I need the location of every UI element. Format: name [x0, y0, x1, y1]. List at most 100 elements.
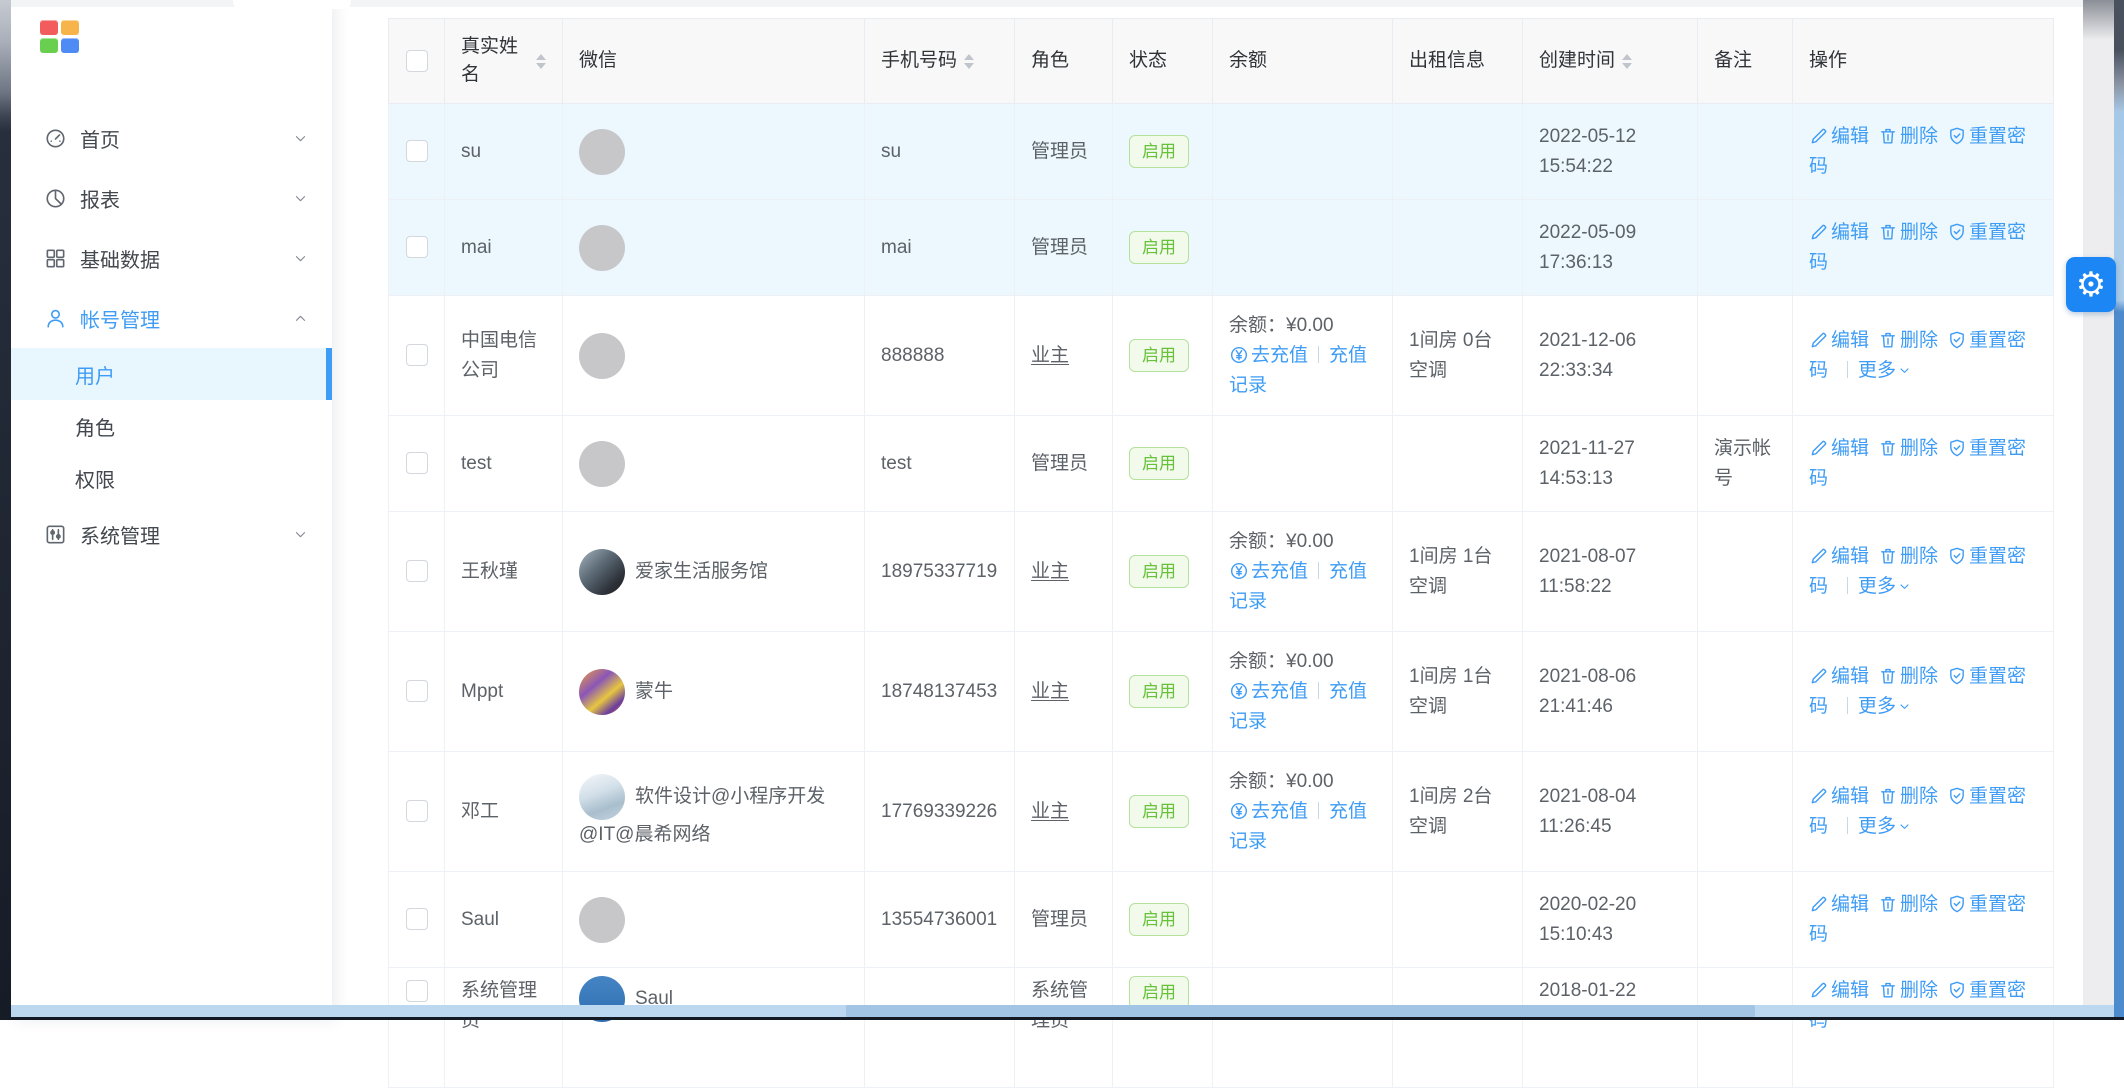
cell-balance — [1213, 968, 1393, 1088]
cell-select — [389, 872, 445, 968]
row-checkbox[interactable] — [406, 344, 428, 366]
sort-carets[interactable] — [536, 54, 546, 69]
delete-link[interactable]: 删除 — [1878, 438, 1938, 459]
sidebar-item-reports[interactable]: 报表 — [11, 168, 332, 228]
recharge-link[interactable]: 去充值 — [1229, 345, 1308, 366]
sort-desc-caret[interactable] — [536, 63, 546, 69]
more-link[interactable]: 更多 — [1858, 816, 1912, 837]
horizontal-scrollbar[interactable] — [0, 1005, 2114, 1017]
edit-link[interactable]: 编辑 — [1809, 786, 1869, 807]
sidebar-item-home[interactable]: 首页 — [11, 108, 332, 168]
cell-created: 2021-08-07 11:58:22 — [1523, 512, 1698, 632]
cell-name: mai — [445, 200, 563, 296]
shield-check-icon — [1947, 666, 1967, 686]
delete-link[interactable]: 删除 — [1878, 222, 1938, 243]
sort-desc-caret[interactable] — [964, 63, 974, 69]
select-all-checkbox[interactable] — [406, 50, 428, 72]
column-header-name[interactable]: 真实姓名 — [445, 19, 563, 104]
row-checkbox[interactable] — [406, 140, 428, 162]
chevron-down-icon — [293, 251, 308, 266]
edit-link[interactable]: 编辑 — [1809, 126, 1869, 147]
edit-label: 编辑 — [1831, 666, 1869, 687]
inner-scrollbar-track[interactable] — [2083, 0, 2114, 1020]
row-checkbox[interactable] — [406, 452, 428, 474]
sidebar-item-users[interactable]: 用户 — [11, 348, 332, 400]
more-label: 更多 — [1858, 696, 1896, 717]
column-header-phone[interactable]: 手机号码 — [865, 19, 1015, 104]
edit-link[interactable]: 编辑 — [1809, 894, 1869, 915]
row-checkbox[interactable] — [406, 908, 428, 930]
sort-asc-caret[interactable] — [964, 54, 974, 60]
column-header-label: 手机号码 — [881, 47, 957, 75]
edit-link[interactable]: 编辑 — [1809, 980, 1869, 1001]
cell-select — [389, 752, 445, 872]
sidebar-menu: 首页报表基础数据帐号管理用户角色权限系统管理 — [11, 108, 332, 564]
cell-role: 业主 — [1015, 296, 1113, 416]
cell-wechat: 爱家生活服务馆 — [563, 512, 865, 632]
delete-link[interactable]: 删除 — [1878, 330, 1938, 351]
edit-link[interactable]: 编辑 — [1809, 546, 1869, 567]
horizontal-scrollbar-thumb[interactable] — [846, 1005, 1755, 1017]
sort-carets[interactable] — [1622, 54, 1632, 69]
cell-remark — [1698, 872, 1793, 968]
sidebar-item-roles[interactable]: 角色 — [11, 400, 332, 452]
delete-link[interactable]: 删除 — [1878, 786, 1938, 807]
edit-link[interactable]: 编辑 — [1809, 330, 1869, 351]
cell-select — [389, 416, 445, 512]
role-link[interactable]: 业主 — [1031, 801, 1069, 822]
role-link[interactable]: 业主 — [1031, 345, 1069, 366]
sort-asc-caret[interactable] — [536, 54, 546, 60]
users-table: 真实姓名微信手机号码角色状态余额出租信息创建时间备注操作 susu管理员启用20… — [388, 18, 2054, 1088]
wechat-avatar — [579, 669, 625, 715]
dashboard-icon — [44, 127, 67, 150]
status-badge: 启用 — [1129, 555, 1189, 588]
vertical-scrollbar[interactable] — [2114, 0, 2124, 1020]
sidebar-item-system[interactable]: 系统管理 — [11, 504, 332, 564]
role-link[interactable]: 业主 — [1031, 561, 1069, 582]
delete-link[interactable]: 删除 — [1878, 894, 1938, 915]
delete-label: 删除 — [1900, 330, 1938, 351]
cell-balance: 余额：¥0.00去充值充值记录 — [1213, 752, 1393, 872]
cell-balance — [1213, 104, 1393, 200]
cell-name: 系统管理员 — [445, 968, 563, 1088]
delete-link[interactable]: 删除 — [1878, 980, 1938, 1001]
recharge-link[interactable]: 去充值 — [1229, 681, 1308, 702]
balance-amount: 余额：¥0.00 — [1229, 527, 1376, 557]
sidebar-item-base-data[interactable]: 基础数据 — [11, 228, 332, 288]
sidebar-item-accounts[interactable]: 帐号管理 — [11, 288, 332, 348]
delete-link[interactable]: 删除 — [1878, 546, 1938, 567]
more-link[interactable]: 更多 — [1858, 576, 1912, 597]
cell-wechat — [563, 200, 865, 296]
cell-phone: mai — [865, 200, 1015, 296]
sort-desc-caret[interactable] — [1622, 63, 1632, 69]
logo-square-blue — [61, 38, 79, 53]
role-link[interactable]: 业主 — [1031, 681, 1069, 702]
shield-check-icon — [1947, 980, 1967, 1000]
more-link[interactable]: 更多 — [1858, 360, 1912, 381]
row-checkbox[interactable] — [406, 980, 428, 1002]
cell-status: 启用 — [1113, 968, 1213, 1088]
delete-link[interactable]: 删除 — [1878, 666, 1938, 687]
wechat-avatar — [579, 333, 625, 379]
delete-link[interactable]: 删除 — [1878, 126, 1938, 147]
edit-link[interactable]: 编辑 — [1809, 438, 1869, 459]
sort-asc-caret[interactable] — [1622, 54, 1632, 60]
sidebar-item-permissions[interactable]: 权限 — [11, 452, 332, 504]
row-checkbox[interactable] — [406, 236, 428, 258]
row-checkbox[interactable] — [406, 800, 428, 822]
yen-icon — [1229, 561, 1249, 581]
edit-label: 编辑 — [1831, 894, 1869, 915]
column-header-created[interactable]: 创建时间 — [1523, 19, 1698, 104]
row-checkbox[interactable] — [406, 680, 428, 702]
chevron-up-icon — [293, 311, 308, 326]
cell-name: Mppt — [445, 632, 563, 752]
edit-link[interactable]: 编辑 — [1809, 222, 1869, 243]
sort-carets[interactable] — [964, 54, 974, 69]
row-checkbox[interactable] — [406, 560, 428, 582]
recharge-link[interactable]: 去充值 — [1229, 801, 1308, 822]
settings-gear-button[interactable]: ⚙ — [2066, 257, 2116, 312]
edit-link[interactable]: 编辑 — [1809, 666, 1869, 687]
more-link[interactable]: 更多 — [1858, 696, 1912, 717]
recharge-link[interactable]: 去充值 — [1229, 561, 1308, 582]
app-logo — [40, 20, 79, 53]
